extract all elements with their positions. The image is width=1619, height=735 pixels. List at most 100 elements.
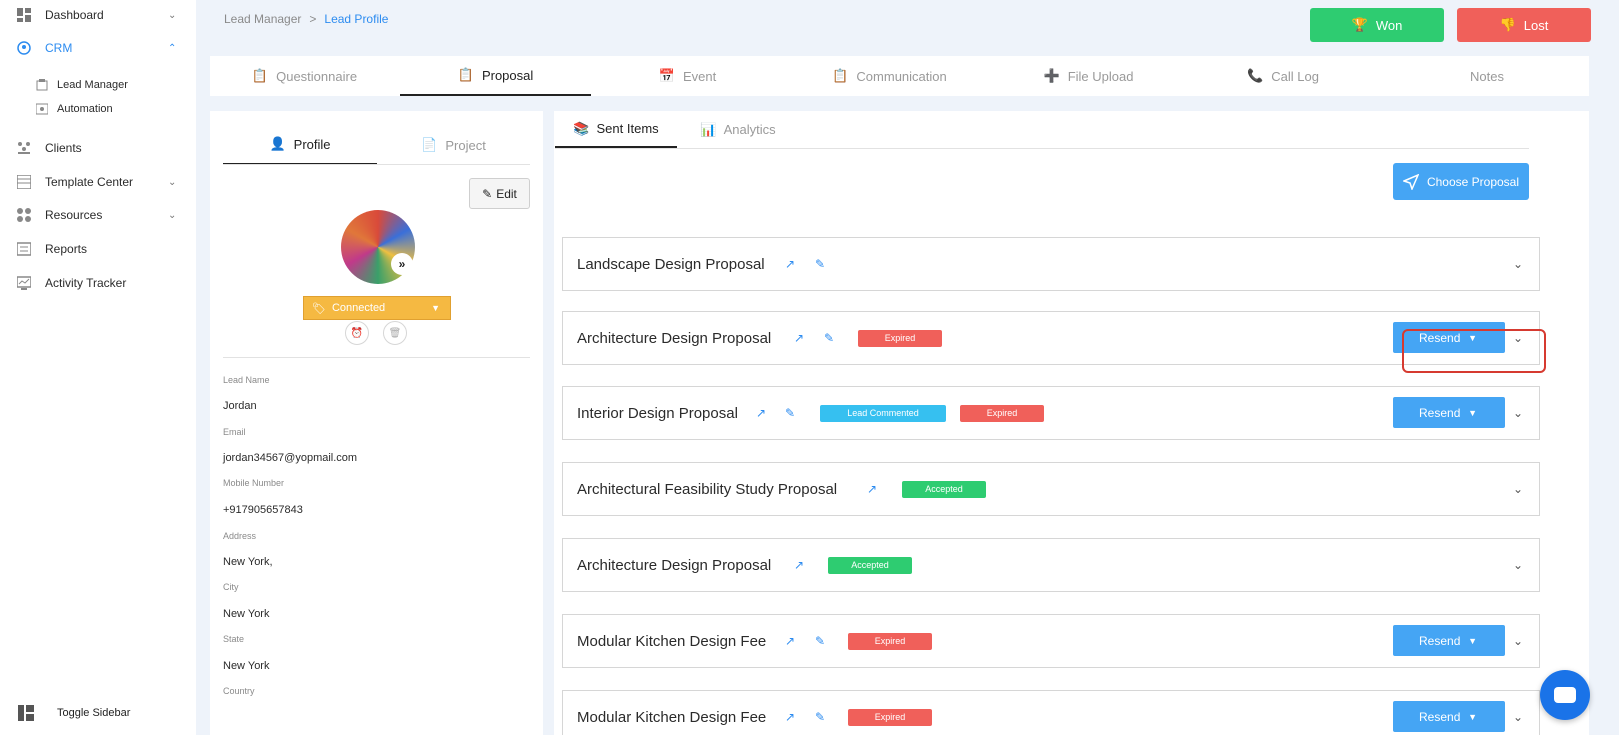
proposal-card[interactable]: Modular Kitchen Design Fee ↗ ✎ Expired R…	[562, 690, 1540, 735]
tab-questionnaire[interactable]: 📋 Questionnaire	[210, 56, 399, 96]
external-link-icon[interactable]: ↗	[794, 331, 804, 345]
resend-button[interactable]: Resend ▼	[1393, 625, 1505, 656]
status-dropdown[interactable]: 🏷 Connected ▼	[303, 296, 451, 320]
user-icon: 👤	[269, 136, 286, 151]
tab-analytics[interactable]: 📊 Analytics	[677, 111, 799, 148]
proposal-title: Interior Design Proposal	[577, 404, 738, 422]
status-badge: Expired	[858, 329, 942, 347]
field-label: City	[223, 582, 239, 592]
tab-project[interactable]: 📄 Project	[377, 125, 530, 165]
proposal-card[interactable]: Architecture Design Proposal ↗ Accepted …	[562, 538, 1540, 592]
sidebar-item-clients[interactable]: Clients	[0, 135, 196, 161]
lead-profile-panel: 👤 Profile 📄 Project ✎ Edit » 🏷 Connected ▼ …	[210, 111, 543, 735]
sidebar-item-label: CRM	[45, 41, 73, 55]
send-icon	[1402, 173, 1419, 190]
resend-button[interactable]: Resend ▼	[1393, 701, 1505, 732]
external-link-icon[interactable]: ↗	[794, 558, 804, 572]
caret-down-icon: ▼	[1468, 711, 1477, 722]
sidebar-item-reports[interactable]: Reports	[0, 236, 196, 262]
caret-down-icon: ▼	[431, 303, 440, 313]
external-link-icon[interactable]: ↗	[756, 406, 766, 420]
double-chevron-right-icon[interactable]: »	[391, 253, 413, 275]
proposal-card[interactable]: Landscape Design Proposal ↗ ✎ ⌄	[562, 237, 1540, 291]
proposal-title: Architectural Feasibility Study Proposal	[577, 480, 838, 498]
alarm-icon[interactable]: ⏰	[345, 321, 369, 345]
pencil-icon[interactable]: ✎	[785, 406, 795, 420]
tab-label: File Upload	[1067, 68, 1134, 84]
pencil-icon: ✎	[482, 186, 493, 201]
sidebar-item-template-center[interactable]: Template Center ⌄	[0, 169, 196, 195]
proposal-card[interactable]: Architectural Feasibility Study Proposal…	[562, 462, 1540, 516]
sidebar-item-label: Activity Tracker	[45, 276, 127, 290]
proposal-title: Modular Kitchen Design Fee	[577, 632, 767, 650]
tab-profile[interactable]: 👤 Profile	[223, 125, 377, 165]
proposal-card[interactable]: Architecture Design Proposal ↗ ✎ Expired…	[562, 311, 1540, 365]
tab-communication[interactable]: 📋 Communication	[784, 56, 995, 96]
pencil-icon[interactable]: ✎	[815, 634, 825, 648]
breadcrumb-parent[interactable]: Lead Manager	[224, 12, 301, 26]
pencil-icon[interactable]: ✎	[815, 710, 825, 724]
external-link-icon[interactable]: ↗	[785, 710, 795, 724]
tab-underline	[555, 148, 1529, 149]
external-link-icon[interactable]: ↗	[785, 257, 795, 271]
field-value: New York,	[223, 556, 273, 568]
lost-button[interactable]: 👎 Lost	[1457, 8, 1591, 42]
chevron-down-icon: ⌄	[168, 9, 177, 21]
edit-button[interactable]: ✎ Edit	[469, 178, 530, 209]
won-button[interactable]: 🏆 Won	[1310, 8, 1444, 42]
chat-launcher-button[interactable]	[1540, 670, 1590, 720]
sidebar-item-label: Resources	[45, 208, 103, 222]
field-label: Email	[223, 427, 246, 437]
external-link-icon[interactable]: ↗	[785, 634, 795, 648]
clipboard-check-icon: 📋	[457, 67, 474, 82]
chevron-down-icon[interactable]: ⌄	[1513, 710, 1523, 724]
analytics-icon: 📊	[700, 121, 717, 137]
tab-label: Call Log	[1271, 68, 1319, 84]
pencil-icon[interactable]: ✎	[824, 331, 834, 345]
tab-label: Sent Items	[596, 121, 659, 136]
chevron-down-icon[interactable]: ⌄	[1513, 634, 1523, 648]
proposal-title: Architecture Design Proposal	[577, 329, 772, 347]
tab-notes[interactable]: Notes	[1385, 56, 1589, 96]
tab-label: Event	[682, 68, 717, 84]
external-link-icon[interactable]: ↗	[867, 482, 877, 496]
trophy-icon: 🏆	[1351, 17, 1368, 32]
proposals-panel: 📚 Sent Items 📊 Analytics Choose Proposal L…	[554, 111, 1589, 735]
status-value: Connected	[331, 302, 386, 314]
status-badge: Expired	[848, 632, 932, 650]
resend-label: Resend	[1419, 709, 1461, 724]
chevron-down-icon[interactable]: ⌄	[1513, 406, 1523, 420]
proposal-card[interactable]: Modular Kitchen Design Fee ↗ ✎ Expired R…	[562, 614, 1540, 668]
tab-proposal[interactable]: 📋 Proposal	[400, 56, 591, 96]
sidebar-item-crm[interactable]: CRM ⌃	[0, 35, 196, 61]
tab-event[interactable]: 📅 Event	[592, 56, 783, 96]
trash-icon[interactable]: 🗑	[383, 321, 407, 345]
sidebar-item-resources[interactable]: Resources ⌄	[0, 202, 196, 228]
proposal-list: Landscape Design Proposal ↗ ✎ ⌄ Architec…	[555, 215, 1540, 735]
tab-file-upload[interactable]: ➕ File Upload	[996, 56, 1181, 96]
sidebar-item-activity-tracker[interactable]: Activity Tracker	[0, 270, 196, 296]
communication-icon: 📋	[832, 68, 849, 83]
sidebar-toggle-icon	[18, 705, 34, 721]
tab-call-log[interactable]: 📞 Call Log	[1182, 56, 1384, 96]
chevron-down-icon[interactable]: ⌄	[1513, 257, 1523, 271]
tab-label: Project	[445, 137, 486, 153]
sidebar-subitem-lead-manager[interactable]: Lead Manager	[0, 74, 196, 96]
chevron-down-icon[interactable]: ⌄	[1513, 558, 1523, 572]
resend-button[interactable]: Resend ▼	[1393, 397, 1505, 428]
pencil-icon[interactable]: ✎	[815, 257, 825, 271]
sidebar-subitem-automation[interactable]: Automation	[0, 98, 196, 120]
tab-sent-items[interactable]: 📚 Sent Items	[555, 111, 677, 148]
proposal-title: Architecture Design Proposal	[577, 556, 772, 574]
field-label: Address	[223, 531, 257, 541]
field-value: jordan34567@yopmail.com	[223, 452, 358, 464]
field-label: State	[223, 634, 245, 644]
choose-proposal-button[interactable]: Choose Proposal	[1393, 163, 1529, 200]
sidebar-item-label: Template Center	[45, 175, 134, 189]
sidebar-item-dashboard[interactable]: Dashboard ⌄	[0, 2, 196, 28]
toggle-sidebar-button[interactable]: Toggle Sidebar	[0, 702, 196, 724]
chevron-up-icon: ⌃	[168, 42, 177, 54]
chevron-down-icon[interactable]: ⌄	[1513, 482, 1523, 496]
status-badge: Expired	[848, 708, 932, 726]
proposal-card[interactable]: Interior Design Proposal ↗ ✎ Lead Commen…	[562, 386, 1540, 440]
